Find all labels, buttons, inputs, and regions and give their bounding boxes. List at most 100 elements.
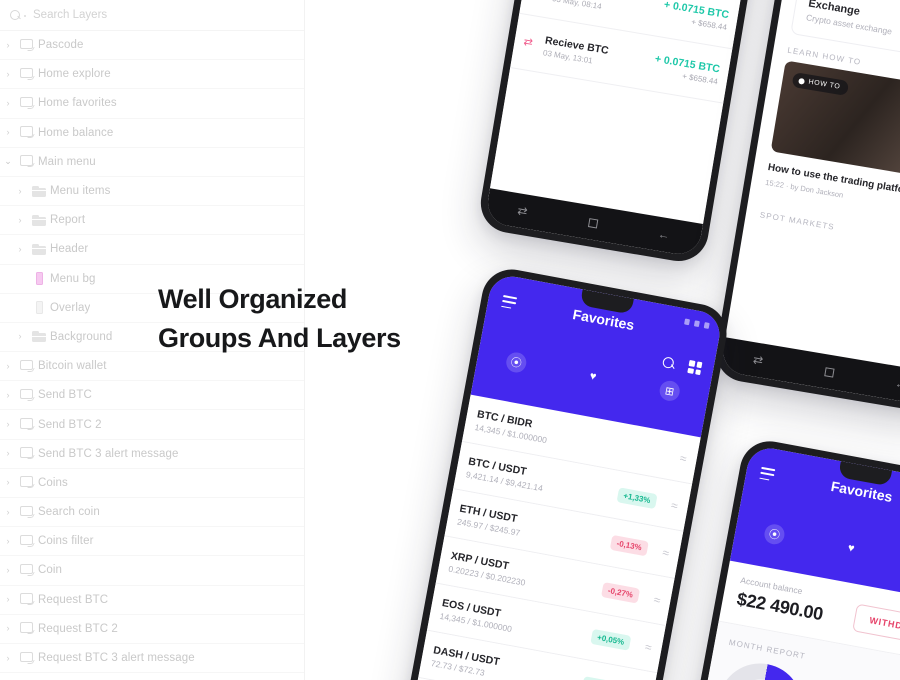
sparkline-icon: ≈ [661,544,671,560]
artboard-icon [16,622,38,635]
chevron-right-icon[interactable]: › [0,420,16,429]
chevron-right-icon[interactable]: › [0,624,16,633]
qr-code-icon[interactable] [687,359,703,376]
page-title: Well Organized Groups And Layers [158,280,401,358]
layer-row[interactable]: › Coins [0,469,304,498]
tab-favorites[interactable]: ♥ [839,537,862,560]
withdraw-button[interactable]: WITHDRAW [852,603,900,647]
change-badge: -0,27% [600,581,641,604]
layer-row[interactable]: › Request BTC [0,586,304,615]
home-icon[interactable] [587,217,598,228]
layer-name: Request BTC 3 alert message [38,652,195,665]
artboard-icon [16,651,38,665]
video-duration: 15:22 [764,178,785,191]
layer-row[interactable]: › Request BTC 2 [0,615,304,644]
transaction-list[interactable]: ⇄Send BTC11 July, 17:05- 0.043010 BTC- $… [489,0,778,224]
favorites-list[interactable]: BTC / BIDR 14,345 / $1.000000 ≈ BTC / USDT 9… [405,394,701,680]
change-badge: -0,13% [609,534,649,557]
chevron-right-icon[interactable]: › [0,565,16,575]
change-badge: +1,33% [581,676,623,680]
search-input[interactable] [33,9,233,21]
rectangle-shape-icon [28,272,50,286]
chevron-right-icon[interactable]: › [0,40,16,50]
layer-row[interactable]: › Search coin [0,498,304,528]
artboard-icon [16,388,38,402]
layer-row[interactable]: › Send BTC 3 alert message [0,440,304,469]
artboard-icon [16,38,38,52]
layer-row[interactable]: › Request BTC 3 alert message [0,644,304,674]
tab-favorites[interactable]: ♥ [581,365,604,388]
layer-row[interactable]: › Header [0,235,304,265]
recents-icon[interactable]: ⇄ [752,352,764,367]
chevron-right-icon[interactable]: › [0,536,16,546]
tab-strip: ⦿ ♥ ⊞ [476,346,710,408]
chevron-right-icon[interactable]: › [0,653,16,663]
layer-name: Send BTC [38,389,92,402]
layer-name: Send BTC 2 [38,418,102,431]
layer-row[interactable]: › Report [0,206,304,236]
layer-row[interactable]: › Home balance [0,119,304,148]
layer-row[interactable]: › Coins filter [0,527,304,557]
search-layers-row[interactable] [0,0,304,31]
transaction-info: Recieve BTC03 May, 08:14 [552,0,659,20]
chevron-right-icon[interactable]: › [12,186,28,196]
layer-name: Request BTC 2 [38,622,118,635]
android-navbar: ⇄ ← [719,337,900,407]
phone-mockup-favorites: Favorites ⦿ ♥ ⊞ BTC / BIDR 14,345 / $1.0000… [396,264,732,680]
layer-row[interactable]: › Send BTC [0,381,304,411]
chevron-right-icon[interactable]: › [0,69,16,79]
chevron-right-icon[interactable]: › [0,98,16,108]
layer-name: Send BTC 3 alert message [38,447,179,460]
layer-row[interactable]: › Send BTC 2 [0,410,304,440]
chevron-right-icon[interactable]: › [0,390,16,400]
recents-icon[interactable]: ⇄ [516,203,528,218]
video-badge: HOW TO [791,72,850,97]
layer-row[interactable]: › Menu items [0,177,304,207]
layer-row[interactable]: ›BTC Address [0,673,304,680]
chevron-right-icon[interactable]: › [12,332,28,341]
chevron-right-icon[interactable]: › [0,595,16,604]
back-icon[interactable]: ← [657,227,671,243]
back-icon[interactable]: ← [894,376,900,392]
layer-name: Home explore [38,68,111,81]
sparkline-icon: ≈ [678,450,688,466]
tab-wallet[interactable]: ⊞ [658,379,682,403]
phone-mockup-exchange: ⦿ BTC / USDT 9 419.78 CATEGORIES ₿ Excha… [711,0,900,415]
layer-row[interactable]: › Pascode [0,31,304,61]
change-badge: +1,33% [616,487,658,510]
folder-icon [28,185,50,197]
artboard-icon [16,563,38,577]
artboard-icon [16,126,38,139]
rectangle-shape-icon [28,301,50,315]
screenshot-root: › Pascode › Home explore › Home favorites › Hom… [0,0,900,680]
layer-row[interactable]: › Home favorites [0,89,304,119]
layer-name: Coins [38,476,68,489]
tab-explore[interactable]: ⦿ [762,522,787,546]
transaction-amounts: + 0.0715 BTC + $658.44 [652,52,721,86]
search-dropdown-dot-icon[interactable] [24,14,26,17]
artboard-icon [16,418,38,431]
chevron-right-icon[interactable]: › [12,244,28,254]
header-actions [662,355,703,376]
sparkline-icon: ≈ [652,592,662,608]
chevron-right-icon[interactable]: › [0,478,16,487]
layer-row[interactable]: › Coin [0,556,304,586]
chevron-right-icon[interactable]: › [0,361,16,371]
artboard-icon [16,96,38,110]
home-icon[interactable] [823,366,835,378]
transfer-arrows-icon: ⇄ [522,35,534,49]
layer-row[interactable]: › Home explore [0,60,304,90]
chevron-down-icon[interactable]: ⌄ [0,157,16,166]
layer-name: Menu bg [50,272,96,285]
search-icon[interactable] [662,356,676,370]
layer-name: Coins filter [38,535,94,548]
chevron-right-icon[interactable]: › [0,128,16,137]
chevron-right-icon[interactable]: › [0,449,16,458]
layer-name: Home balance [38,126,114,139]
tab-explore[interactable]: ⦿ [504,350,528,375]
chevron-right-icon[interactable]: › [12,215,28,225]
artboard-icon [16,447,38,460]
chevron-right-icon[interactable]: › [0,507,16,517]
headline-line-2: Groups And Layers [158,323,401,354]
layer-row[interactable]: ⌄ Main menu [0,148,304,177]
